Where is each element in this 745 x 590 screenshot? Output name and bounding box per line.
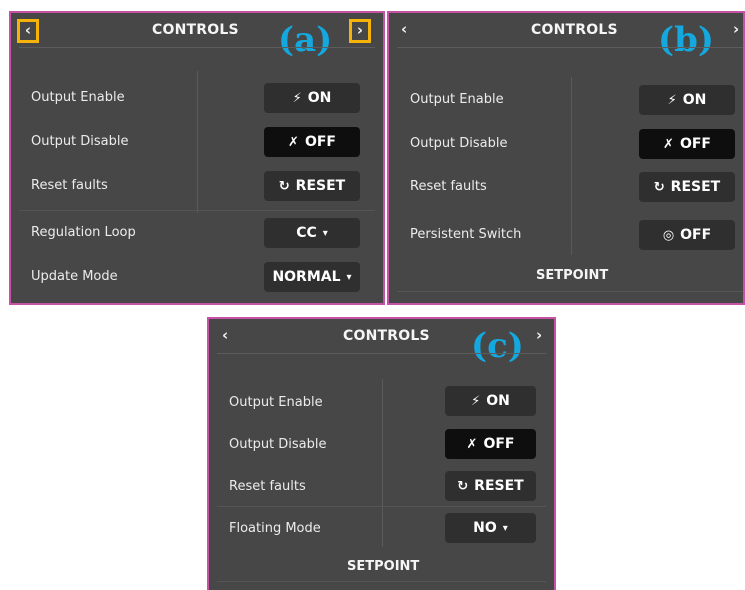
button-label: RESET [670,179,721,195]
update-mode-dropdown[interactable]: NORMAL ▾ [264,262,360,292]
output-disable-label: Output Disable [31,134,129,149]
button-label: ON [682,92,707,108]
button-label: RESET [474,478,524,494]
reset-faults-button[interactable]: ↻ RESET [264,171,360,201]
regulation-loop-label: Regulation Loop [31,225,136,240]
next-page-button[interactable]: › [349,19,371,43]
bolt-off-icon: ✗ [288,134,299,150]
reset-faults-label: Reset faults [31,178,108,193]
controls-panel-a: ‹ CONTROLS (a) › Output Enable ⚡ ON Outp… [9,11,385,305]
output-enable-button[interactable]: ⚡ ON [639,85,735,115]
output-disable-button[interactable]: ✗ OFF [445,429,536,459]
floating-mode-dropdown[interactable]: NO ▾ [445,513,536,543]
reset-faults-label: Reset faults [229,479,306,494]
row-divider [19,210,375,211]
regulation-loop-dropdown[interactable]: CC ▾ [264,218,360,248]
prev-page-button[interactable]: ‹ [401,21,407,38]
update-mode-label: Update Mode [31,269,118,284]
dropdown-value: NO [473,520,497,536]
column-divider [197,71,198,213]
output-enable-label: Output Enable [410,92,504,107]
header-divider [397,47,743,48]
bolt-icon: ⚡ [667,92,677,108]
output-disable-button[interactable]: ✗ OFF [264,127,360,157]
bolt-icon: ⚡ [471,393,481,409]
reset-faults-label: Reset faults [410,179,487,194]
output-disable-label: Output Disable [410,136,508,151]
persistent-switch-label: Persistent Switch [410,227,522,242]
panel-header: ‹ CONTROLS (c) › [209,319,554,364]
section-title-setpoint: SETPOINT [347,559,420,574]
chevron-down-icon: ▾ [346,271,352,283]
output-enable-label: Output Enable [31,90,125,105]
dropdown-value: NORMAL [272,269,341,285]
figure-label-c: (c) [471,326,524,366]
panel-title: CONTROLS [531,22,618,38]
prev-page-button[interactable]: ‹ [222,327,228,344]
header-divider [217,353,546,354]
button-label: ON [486,393,510,409]
output-disable-button[interactable]: ✗ OFF [639,129,735,159]
button-label: ON [307,90,332,106]
persistent-switch-toggle[interactable]: ◎ OFF [639,220,735,250]
dropdown-value: CC [296,225,317,241]
section-title-setpoint: SETPOINT [536,268,609,283]
panel-title: CONTROLS [343,328,430,344]
panel-header: ‹ CONTROLS (b) › [389,13,743,58]
next-page-button[interactable]: › [733,21,739,38]
button-label: RESET [295,178,346,194]
reset-faults-button[interactable]: ↻ RESET [445,471,536,501]
button-label: OFF [680,227,712,243]
floating-mode-label: Floating Mode [229,521,321,536]
next-page-button[interactable]: › [536,327,542,344]
output-disable-label: Output Disable [229,437,327,452]
prev-page-button[interactable]: ‹ [17,19,39,43]
output-enable-button[interactable]: ⚡ ON [445,386,536,416]
bolt-off-icon: ✗ [663,136,674,152]
chevron-down-icon: ▾ [502,522,508,534]
column-divider [571,77,572,255]
header-divider [19,47,375,48]
bolt-off-icon: ✗ [466,436,478,452]
button-label: OFF [679,136,711,152]
output-enable-label: Output Enable [229,395,323,410]
section-divider [217,581,546,582]
chevron-down-icon: ▾ [322,227,328,239]
figure-label-b: (b) [658,20,714,60]
panel-header: ‹ CONTROLS (a) › [11,13,383,57]
controls-panel-b: ‹ CONTROLS (b) › Output Enable ⚡ ON Outp… [387,11,745,305]
button-label: OFF [483,436,515,452]
output-enable-button[interactable]: ⚡ ON [264,83,360,113]
controls-panel-c: ‹ CONTROLS (c) › Output Enable ⚡ ON Outp… [207,317,556,590]
column-divider [382,379,383,547]
button-label: OFF [304,134,336,150]
figure-label-a: (a) [278,20,333,60]
row-divider [217,506,546,507]
panel-title: CONTROLS [152,22,239,38]
section-divider [397,291,743,292]
reset-icon: ↻ [457,478,469,494]
reset-icon: ↻ [653,179,665,195]
reset-icon: ↻ [278,178,290,194]
toggle-icon: ◎ [662,227,675,243]
bolt-icon: ⚡ [292,90,302,106]
reset-faults-button[interactable]: ↻ RESET [639,172,735,202]
